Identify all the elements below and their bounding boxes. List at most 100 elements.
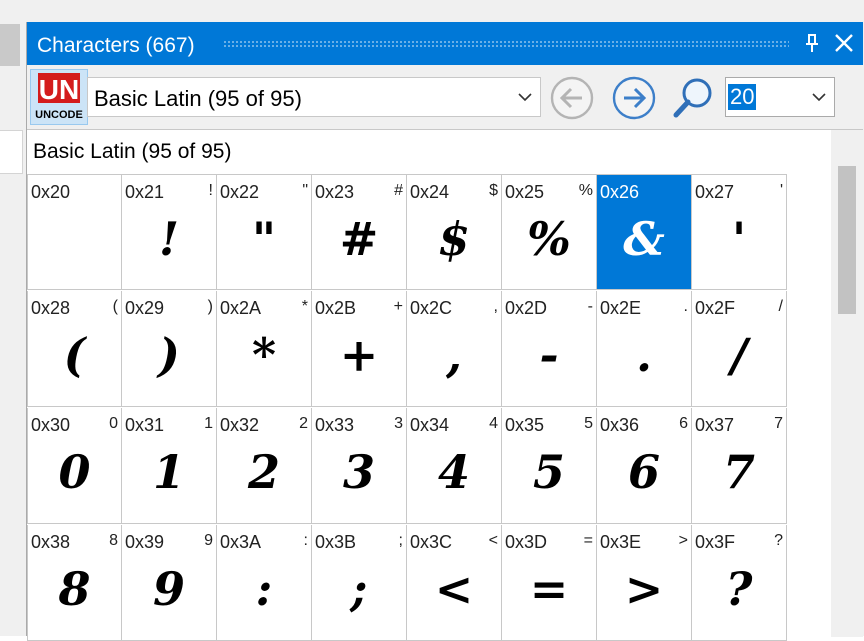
char-cell[interactable]: 0x28 (( <box>27 291 122 407</box>
back-arrow-icon[interactable] <box>549 75 595 121</box>
char-glyph: - <box>539 328 559 382</box>
char-cell[interactable]: 0x3F?? <box>692 525 787 641</box>
char-cell[interactable]: 0x29)) <box>122 291 217 407</box>
char-preview-small: 9 <box>204 532 213 549</box>
char-glyph: : <box>255 562 273 616</box>
unicode-logo-icon: UN UNCODE <box>35 73 83 121</box>
char-code: 0x2F <box>695 298 736 318</box>
char-preview-small: , <box>493 298 498 315</box>
char-cell[interactable]: 0x3E > > <box>597 525 692 641</box>
char-cell[interactable]: 0x24 $ $ <box>407 174 502 290</box>
char-code: 0x22 <box>220 182 260 202</box>
char-cell[interactable]: 0x20 <box>27 174 122 290</box>
char-code: 0x39 <box>125 532 165 552</box>
char-glyph: ' <box>731 212 747 266</box>
char-glyph: > <box>624 562 664 616</box>
char-cell[interactable]: 0x2D - - <box>502 291 597 407</box>
char-glyph: 7 <box>722 445 755 499</box>
char-cell[interactable]: 0x30 0 0 <box>27 408 122 524</box>
char-glyph: 3 <box>342 445 375 499</box>
char-glyph: + <box>339 328 379 382</box>
char-cell[interactable]: 0x22 " " <box>217 174 312 290</box>
char-glyph: = <box>529 562 569 616</box>
char-preview-small: 4 <box>489 415 498 432</box>
logo-letters: UN <box>39 74 79 105</box>
char-cell[interactable]: 0x31 1 1 <box>122 408 217 524</box>
vertical-scrollbar[interactable] <box>831 130 863 637</box>
char-cell[interactable]: 0x35 5 5 <box>502 408 597 524</box>
section-title: Basic Latin (95 of 95) <box>33 140 232 163</box>
char-cell[interactable]: 0x3A:: <box>217 525 312 641</box>
char-code: 0x2E <box>600 298 642 318</box>
char-preview-small: > <box>678 532 688 549</box>
char-code: 0x25 <box>505 182 545 202</box>
char-preview-small: 0 <box>109 415 118 432</box>
char-code: 0x2D <box>505 298 548 318</box>
close-icon[interactable] <box>833 32 855 54</box>
char-preview-small: 1 <box>204 415 213 432</box>
char-code: 0x27 <box>695 182 735 202</box>
characters-panel: Characters (667) UN UNCODE Basic Latin (… <box>26 22 864 641</box>
char-preview-small: = <box>583 532 593 549</box>
unicode-button[interactable]: UN UNCODE <box>30 69 88 125</box>
char-code: 0x31 <box>125 415 165 435</box>
char-cell[interactable]: 0x27 ' ' <box>692 174 787 290</box>
char-glyph: 8 <box>58 562 91 616</box>
char-cell[interactable]: 0x23 # # <box>312 174 407 290</box>
panel-titlebar[interactable]: Characters (667) <box>27 22 863 65</box>
char-cell[interactable]: 0x34 4 4 <box>407 408 502 524</box>
char-cell[interactable]: 0x2E.. <box>597 291 692 407</box>
char-code: 0x3B <box>315 532 357 552</box>
char-code: 0x2A <box>220 298 262 318</box>
char-cell[interactable]: 0x2A * * <box>217 291 312 407</box>
forward-arrow-icon[interactable] <box>611 75 657 121</box>
char-cell[interactable]: 0x2F / / <box>692 291 787 407</box>
char-cell[interactable]: 0x3C < < <box>407 525 502 641</box>
char-cell[interactable]: 0x32 2 2 <box>217 408 312 524</box>
pin-icon[interactable] <box>801 32 823 54</box>
char-preview-small: 2 <box>299 415 308 432</box>
char-code: 0x33 <box>315 415 355 435</box>
char-cell[interactable]: 0x33 3 3 <box>312 408 407 524</box>
char-preview-small: < <box>488 532 498 549</box>
char-glyph: 6 <box>627 445 660 499</box>
char-cell[interactable]: 0x25%% <box>502 174 597 290</box>
char-cell[interactable]: 0x2C,, <box>407 291 502 407</box>
block-select-value: Basic Latin (95 of 95) <box>94 86 302 111</box>
char-preview-small: $ <box>489 182 498 199</box>
char-preview-small: / <box>778 298 783 315</box>
char-preview-small: : <box>303 532 308 549</box>
char-cell[interactable]: 0x26 & <box>597 174 692 290</box>
char-glyph: < <box>434 562 474 616</box>
titlebar-grip <box>223 40 789 48</box>
char-cell[interactable]: 0x3B;; <box>312 525 407 641</box>
char-preview-small: ? <box>774 532 783 549</box>
left-dock-tab[interactable] <box>0 24 20 66</box>
char-cell[interactable]: 0x38 8 8 <box>27 525 122 641</box>
char-preview-small: ( <box>112 298 118 315</box>
char-preview-small: ! <box>208 182 213 199</box>
char-cell[interactable]: 0x21!! <box>122 174 217 290</box>
chevron-down-icon <box>518 93 532 102</box>
char-code: 0x26 <box>600 182 640 202</box>
char-glyph: # <box>339 212 379 266</box>
char-preview-small: % <box>578 182 593 199</box>
block-select[interactable]: Basic Latin (95 of 95) <box>87 77 541 117</box>
char-preview-small: 3 <box>394 415 403 432</box>
char-preview-small: - <box>587 298 593 315</box>
char-glyph: , <box>445 328 462 382</box>
char-preview-small: + <box>393 298 403 315</box>
char-cell[interactable]: 0x2B + + <box>312 291 407 407</box>
char-cell[interactable]: 0x37 7 7 <box>692 408 787 524</box>
scrollbar-thumb[interactable] <box>838 166 856 314</box>
font-size-select[interactable]: 20 <box>725 77 835 117</box>
search-icon[interactable] <box>670 75 716 121</box>
char-cell[interactable]: 0x36 6 6 <box>597 408 692 524</box>
char-code: 0x37 <box>695 415 735 435</box>
toolbar: UN UNCODE Basic Latin (95 of 95) 20 <box>27 65 863 129</box>
char-cell[interactable]: 0x3D = = <box>502 525 597 641</box>
char-preview-small: ' <box>779 182 783 199</box>
chevron-down-icon <box>812 93 826 102</box>
char-code: 0x2C <box>410 298 453 318</box>
char-cell[interactable]: 0x39 9 9 <box>122 525 217 641</box>
